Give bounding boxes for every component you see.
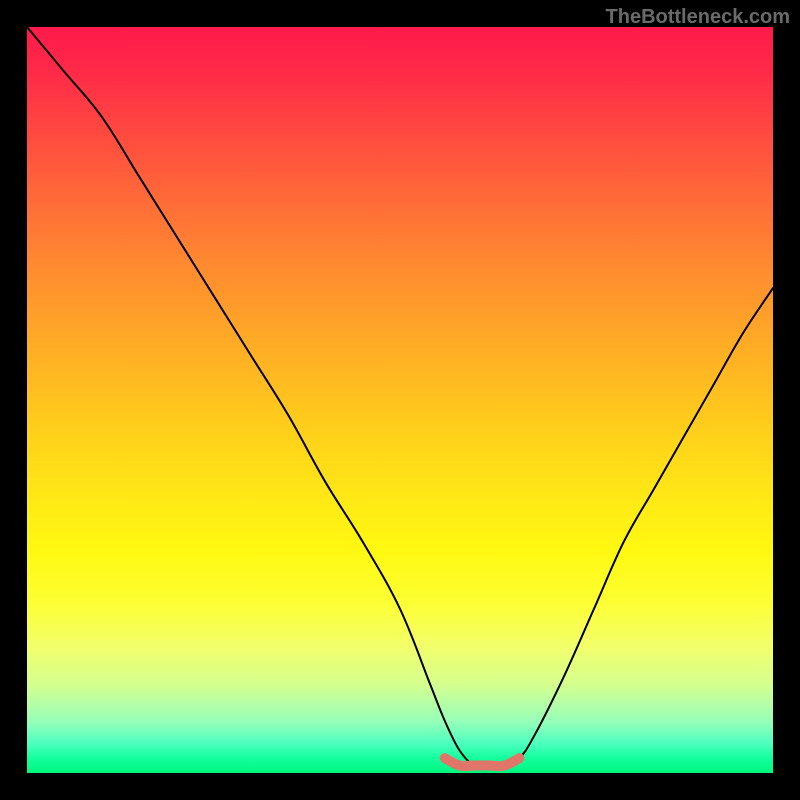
chart-container: TheBottleneck.com <box>0 0 800 800</box>
highlight-band <box>445 758 520 766</box>
watermark-text: TheBottleneck.com <box>606 6 790 29</box>
plot-area <box>27 27 773 773</box>
plot-svg <box>27 27 773 773</box>
bottleneck-curve <box>27 27 773 767</box>
